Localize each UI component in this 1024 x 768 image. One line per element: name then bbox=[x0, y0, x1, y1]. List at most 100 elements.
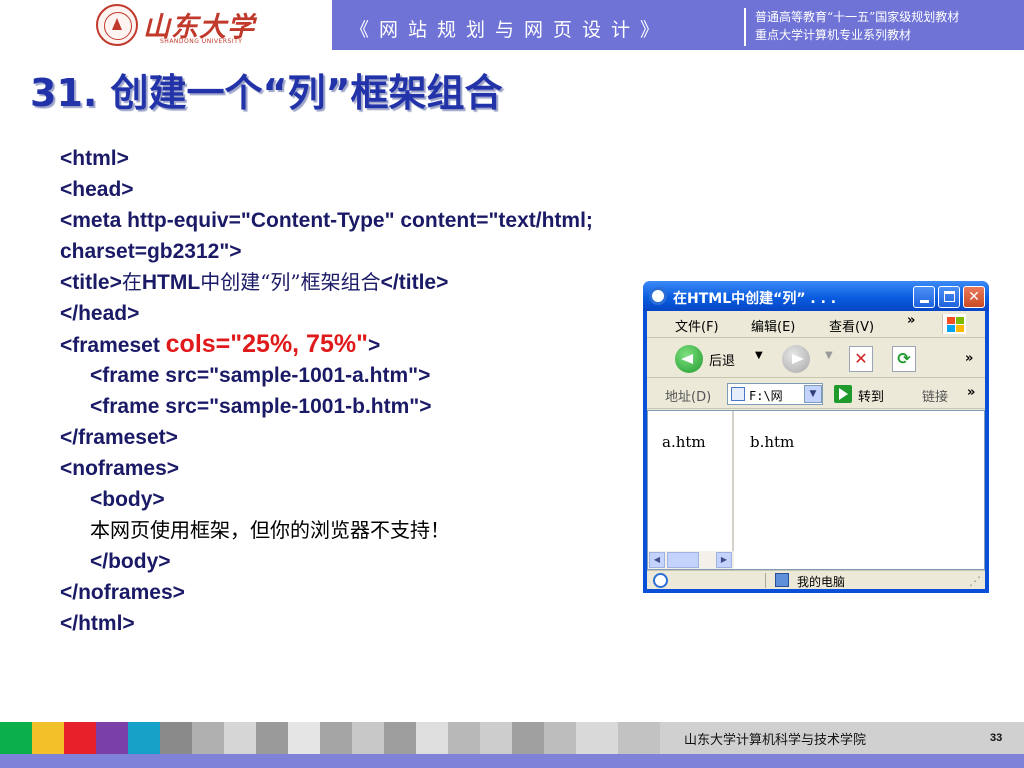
status-bar: 我的电脑 ⋰ bbox=[647, 570, 985, 589]
toolbar: 后退 ▼ ▼ ✕ ⟳ » bbox=[647, 338, 985, 378]
right-frame-text: b.htm bbox=[750, 433, 795, 451]
refresh-icon[interactable]: ⟳ bbox=[892, 346, 916, 372]
code-listing: <html> <head> <meta http-equiv="Content-… bbox=[60, 143, 593, 639]
university-seal-icon bbox=[96, 4, 138, 46]
footer-block bbox=[320, 722, 352, 754]
address-input[interactable]: F:\网 ▼ bbox=[727, 383, 823, 405]
footer-block bbox=[384, 722, 416, 754]
university-name-en: SHANDONG UNIVERSITY bbox=[160, 38, 243, 45]
slide-header: 山东大学 SHANDONG UNIVERSITY 《网站规划与网页设计》 普通高… bbox=[0, 0, 1024, 50]
code-line: <title>在HTML中创建“列”框架组合</title> bbox=[60, 267, 593, 298]
resize-grip-icon[interactable]: ⋰ bbox=[969, 574, 981, 588]
code-line: <noframes> bbox=[60, 457, 180, 480]
footer-bottom-bar bbox=[0, 754, 1024, 768]
right-frame: b.htm bbox=[736, 411, 984, 569]
menu-view[interactable]: 查看(V) bbox=[829, 316, 874, 335]
left-frame-text: a.htm bbox=[662, 433, 706, 451]
scroll-left-icon[interactable]: ◀ bbox=[649, 552, 665, 568]
go-button-label[interactable]: 转到 bbox=[858, 386, 884, 405]
code-line: 本网页使用框架，但你的浏览器不支持！ bbox=[90, 518, 450, 542]
maximize-icon bbox=[944, 291, 955, 302]
footer-block bbox=[32, 722, 64, 754]
footer-block bbox=[160, 722, 192, 754]
address-label: 地址(D) bbox=[665, 390, 712, 405]
my-computer-icon bbox=[775, 573, 789, 587]
window-titlebar[interactable]: 在HTML中创建“列” . . . ✕ bbox=[643, 281, 989, 311]
code-line: </head> bbox=[60, 302, 140, 325]
back-arrow-icon[interactable] bbox=[675, 345, 703, 373]
series-line-1: 普通高等教育“十一五”国家级规划教材 bbox=[755, 10, 960, 24]
footer-block bbox=[128, 722, 160, 754]
footer-block bbox=[224, 722, 256, 754]
scroll-right-icon[interactable]: ▶ bbox=[716, 552, 732, 568]
footer-block bbox=[64, 722, 96, 754]
code-line: </noframes> bbox=[60, 581, 185, 604]
minimize-button[interactable] bbox=[913, 286, 935, 308]
address-bar: 地址(D) F:\网 ▼ 转到 链接 » bbox=[647, 379, 985, 409]
code-line: <frame src="sample-1001-b.htm"> bbox=[90, 395, 432, 418]
footer-block bbox=[618, 722, 660, 754]
footer-block bbox=[480, 722, 512, 754]
footer-block bbox=[96, 722, 128, 754]
page-content: a.htm ◀ ▶ b.htm bbox=[647, 410, 985, 570]
code-line: charset=gb2312"> bbox=[60, 240, 242, 263]
footer-block bbox=[416, 722, 448, 754]
minimize-icon bbox=[920, 300, 929, 303]
university-logo: 山东大学 SHANDONG UNIVERSITY bbox=[0, 0, 332, 50]
status-zone-text: 我的电脑 bbox=[797, 575, 846, 589]
course-title: 《网站规划与网页设计》 bbox=[350, 19, 670, 41]
menu-overflow-chevron[interactable]: » bbox=[907, 313, 915, 328]
code-token: 中创建“列”框架组合 bbox=[200, 270, 381, 294]
code-line: </frameset> bbox=[60, 426, 178, 449]
code-line: <html> bbox=[60, 147, 129, 170]
browser-body: 文件(F) 编辑(E) 查看(V) » 后退 ▼ ▼ ✕ ⟳ » 地址(D) F… bbox=[647, 311, 985, 589]
code-token: > bbox=[367, 334, 381, 357]
code-line: <head> bbox=[60, 178, 134, 201]
slide-footer: 山东大学计算机科学与技术学院 33 bbox=[0, 722, 1024, 768]
footer-block bbox=[544, 722, 576, 754]
back-dropdown-icon[interactable]: ▼ bbox=[755, 350, 763, 361]
back-button-label[interactable]: 后退 bbox=[709, 350, 735, 369]
footer-block bbox=[576, 722, 618, 754]
code-line: </html> bbox=[60, 612, 135, 635]
browser-window: 在HTML中创建“列” . . . ✕ 文件(F) 编辑(E) 查看(V) » … bbox=[643, 281, 989, 593]
slide-title: 31. 创建一个“列”框架组合 bbox=[30, 71, 503, 115]
status-page-icon bbox=[653, 573, 668, 588]
code-token: </title> bbox=[380, 271, 449, 294]
horizontal-scrollbar[interactable]: ◀ ▶ bbox=[648, 551, 734, 569]
series-line-2: 重点大学计算机专业系列教材 bbox=[755, 28, 912, 42]
forward-dropdown-icon[interactable]: ▼ bbox=[825, 350, 833, 361]
footer-block bbox=[512, 722, 544, 754]
code-line: </body> bbox=[90, 550, 171, 573]
page-number: 33 bbox=[990, 732, 1003, 744]
footer-block bbox=[448, 722, 480, 754]
maximize-button[interactable] bbox=[938, 286, 960, 308]
menu-edit[interactable]: 编辑(E) bbox=[751, 316, 795, 335]
links-overflow-chevron[interactable]: » bbox=[967, 385, 975, 400]
scroll-thumb[interactable] bbox=[667, 552, 699, 568]
window-title: 在HTML中创建“列” . . . bbox=[673, 291, 837, 307]
footer-block bbox=[0, 722, 32, 754]
code-token: <title> bbox=[60, 271, 122, 294]
toolbar-overflow-chevron[interactable]: » bbox=[965, 351, 973, 366]
forward-arrow-icon[interactable] bbox=[782, 345, 810, 373]
page-icon bbox=[731, 387, 745, 401]
footer-block bbox=[352, 722, 384, 754]
footer-school: 山东大学计算机科学与技术学院 bbox=[684, 733, 867, 748]
windows-logo-icon bbox=[942, 314, 966, 334]
stop-icon[interactable]: ✕ bbox=[849, 346, 873, 372]
footer-block bbox=[288, 722, 320, 754]
go-arrow-icon[interactable] bbox=[834, 385, 852, 403]
code-line: <frame src="sample-1001-a.htm"> bbox=[90, 364, 431, 387]
links-label[interactable]: 链接 bbox=[922, 386, 948, 405]
close-button[interactable]: ✕ bbox=[963, 286, 985, 308]
header-divider bbox=[744, 8, 746, 46]
address-dropdown-icon[interactable]: ▼ bbox=[804, 385, 822, 403]
code-line: <frameset cols="25%, 75%"> bbox=[60, 329, 593, 360]
status-divider bbox=[765, 573, 766, 588]
menu-bar: 文件(F) 编辑(E) 查看(V) » bbox=[647, 311, 985, 338]
menu-file[interactable]: 文件(F) bbox=[675, 316, 719, 335]
left-frame: a.htm ◀ ▶ bbox=[648, 411, 734, 569]
footer-block bbox=[192, 722, 224, 754]
code-token: 在 bbox=[121, 270, 142, 294]
